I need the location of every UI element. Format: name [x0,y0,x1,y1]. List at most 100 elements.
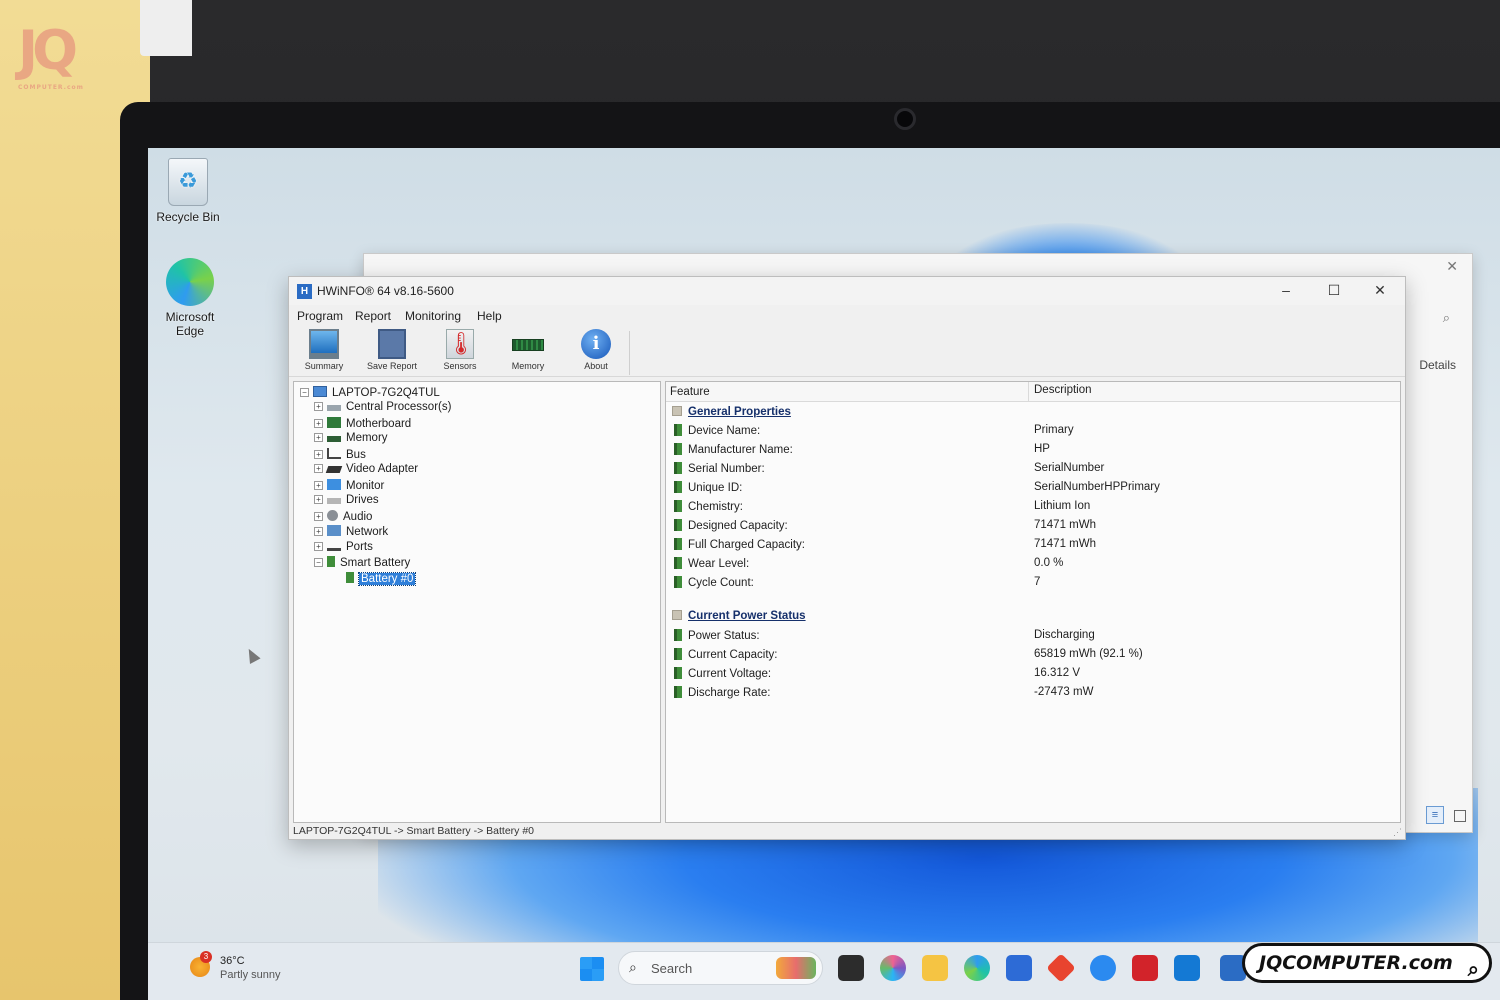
battery-icon [674,686,682,698]
sensors-label: Sensors [443,361,477,371]
help-icon[interactable] [1090,955,1116,981]
property-row[interactable]: Full Charged Capacity: 71471 mWh [674,538,1394,554]
memory-button[interactable]: Memory [497,329,559,371]
details-list: Feature Description General Properties D… [665,381,1401,823]
resize-grip-icon[interactable]: ⋰ [1393,827,1403,837]
about-button[interactable]: i About [565,329,627,371]
summary-label: Summary [304,361,344,371]
search-icon[interactable]: ⌕ [1443,310,1450,326]
taskbar-search[interactable]: ⌕ Search [618,951,823,985]
menu-program[interactable]: Program [297,309,343,323]
details-tab[interactable]: Details [1419,358,1456,372]
tree-item-monitor[interactable]: + Monitor [314,479,384,494]
minimize-button[interactable]: – [1263,279,1309,303]
tree-item-video-adapter[interactable]: + Video Adapter [314,463,418,478]
property-row[interactable]: Manufacturer Name: HP [674,443,1394,459]
property-row[interactable]: Current Capacity: 65819 mWh (92.1 %) [674,648,1394,664]
tree-item-smart-battery[interactable]: − Smart Battery [314,556,410,571]
tree-item-drives[interactable]: + Drives [314,494,379,509]
close-button[interactable]: ✕ [1357,279,1403,303]
search-highlight-icon [776,957,816,979]
hwinfo-window: H HWiNFO® 64 v8.16-5600 – ☐ ✕ Program Re… [288,276,1406,840]
menu-report[interactable]: Report [355,309,391,323]
save-report-button[interactable]: Save Report [361,329,423,371]
battery-icon [674,667,682,679]
property-row[interactable]: Discharge Rate: -27473 mW [674,686,1394,702]
about-label: About [584,361,608,371]
expand-icon[interactable]: + [314,464,323,473]
expand-icon[interactable]: + [314,542,323,551]
search-icon: ⌕ [629,959,637,975]
property-row[interactable]: Designed Capacity: 71471 mWh [674,519,1394,535]
menu-help[interactable]: Help [477,309,502,323]
file-explorer-icon[interactable] [922,955,948,981]
outlook-icon[interactable] [1174,955,1200,981]
expand-icon[interactable]: + [314,495,323,504]
tree-item-battery-0[interactable]: Battery #0 [346,572,417,587]
property-row[interactable]: Current Voltage: 16.312 V [674,667,1394,683]
battery-icon [674,462,682,474]
desktop-icon-edge[interactable]: Microsoft Edge [150,258,230,338]
site-logo-mark: JQ [18,19,78,82]
tree-item-root[interactable]: − LAPTOP-7G2Q4TUL [300,386,440,401]
expand-icon[interactable]: + [314,419,323,428]
edge-icon[interactable] [964,955,990,981]
bus-icon [327,448,341,459]
maximize-button[interactable]: ☐ [1311,279,1357,303]
start-button[interactable] [580,957,604,981]
title-bar[interactable]: H HWiNFO® 64 v8.16-5600 – ☐ ✕ [289,277,1405,305]
desktop-screen: ♻ Recycle Bin Microsoft Edge ✕ ⌕ Details… [148,148,1500,1000]
property-row[interactable]: Cycle Count: 7 [674,576,1394,592]
monitor-icon [327,479,341,490]
expand-icon[interactable]: + [314,527,323,536]
collapse-icon[interactable]: − [314,558,323,567]
tree-item-audio[interactable]: + Audio [314,510,372,525]
tree-item-cpu[interactable]: + Central Processor(s) [314,401,451,416]
column-header-feature[interactable]: Feature [670,386,710,398]
battery-icon [674,519,682,531]
expand-icon[interactable]: + [314,402,323,411]
store-icon[interactable] [1006,955,1032,981]
close-icon[interactable]: ✕ [1446,258,1458,275]
battery-icon [674,443,682,455]
taskbar: 3 36°C Partly sunny ⌕ Search JQCOMPUTER.… [148,942,1500,1000]
device-tree: − LAPTOP-7G2Q4TUL + Central Processor(s) +… [293,381,661,823]
expand-icon[interactable]: + [314,433,323,442]
property-row[interactable]: Serial Number: SerialNumber [674,462,1394,478]
expand-icon[interactable]: + [314,512,323,521]
property-row[interactable]: Power Status: Discharging [674,629,1394,645]
desktop-icon-label: Microsoft Edge [165,310,215,338]
task-view-icon[interactable] [838,955,864,981]
status-bar: LAPTOP-7G2Q4TUL -> Smart Battery -> Batt… [293,825,535,837]
tree-item-motherboard[interactable]: + Motherboard [314,417,411,432]
mcafee-icon[interactable] [1132,955,1158,981]
tree-item-network[interactable]: + Network [314,525,388,540]
weather-condition: Partly sunny [220,969,281,981]
list-view-icon[interactable]: ≡ [1426,806,1444,824]
property-row[interactable]: Chemistry: Lithium Ion [674,500,1394,516]
drive-icon [327,498,341,504]
copilot-icon[interactable] [880,955,906,981]
expand-icon[interactable]: + [314,481,323,490]
property-row[interactable]: Wear Level: 0.0 % [674,557,1394,573]
tree-item-ports[interactable]: + Ports [314,541,373,556]
monitor-icon [309,329,339,359]
site-logo: JQ COMPUTER.com [18,18,104,102]
tiles-view-icon[interactable] [1454,810,1466,822]
property-row[interactable]: Device Name: Primary [674,424,1394,440]
menu-monitoring[interactable]: Monitoring [405,309,461,323]
column-header-description[interactable]: Description [1034,384,1092,396]
sensors-button[interactable]: 🌡 Sensors [429,329,491,371]
office-icon[interactable] [1046,953,1076,983]
property-row[interactable]: Unique ID: SerialNumberHPPrimary [674,481,1394,497]
tree-item-memory[interactable]: + Memory [314,432,388,447]
expand-icon[interactable]: + [314,450,323,459]
search-placeholder: Search [651,961,693,976]
tree-item-bus[interactable]: + Bus [314,448,366,463]
column-divider[interactable] [1028,382,1029,402]
save-report-label: Save Report [366,361,418,371]
info-icon: i [581,329,611,359]
collapse-icon[interactable]: − [300,388,309,397]
summary-button[interactable]: Summary [293,329,355,371]
desktop-icon-recycle-bin[interactable]: ♻ Recycle Bin [148,158,228,224]
